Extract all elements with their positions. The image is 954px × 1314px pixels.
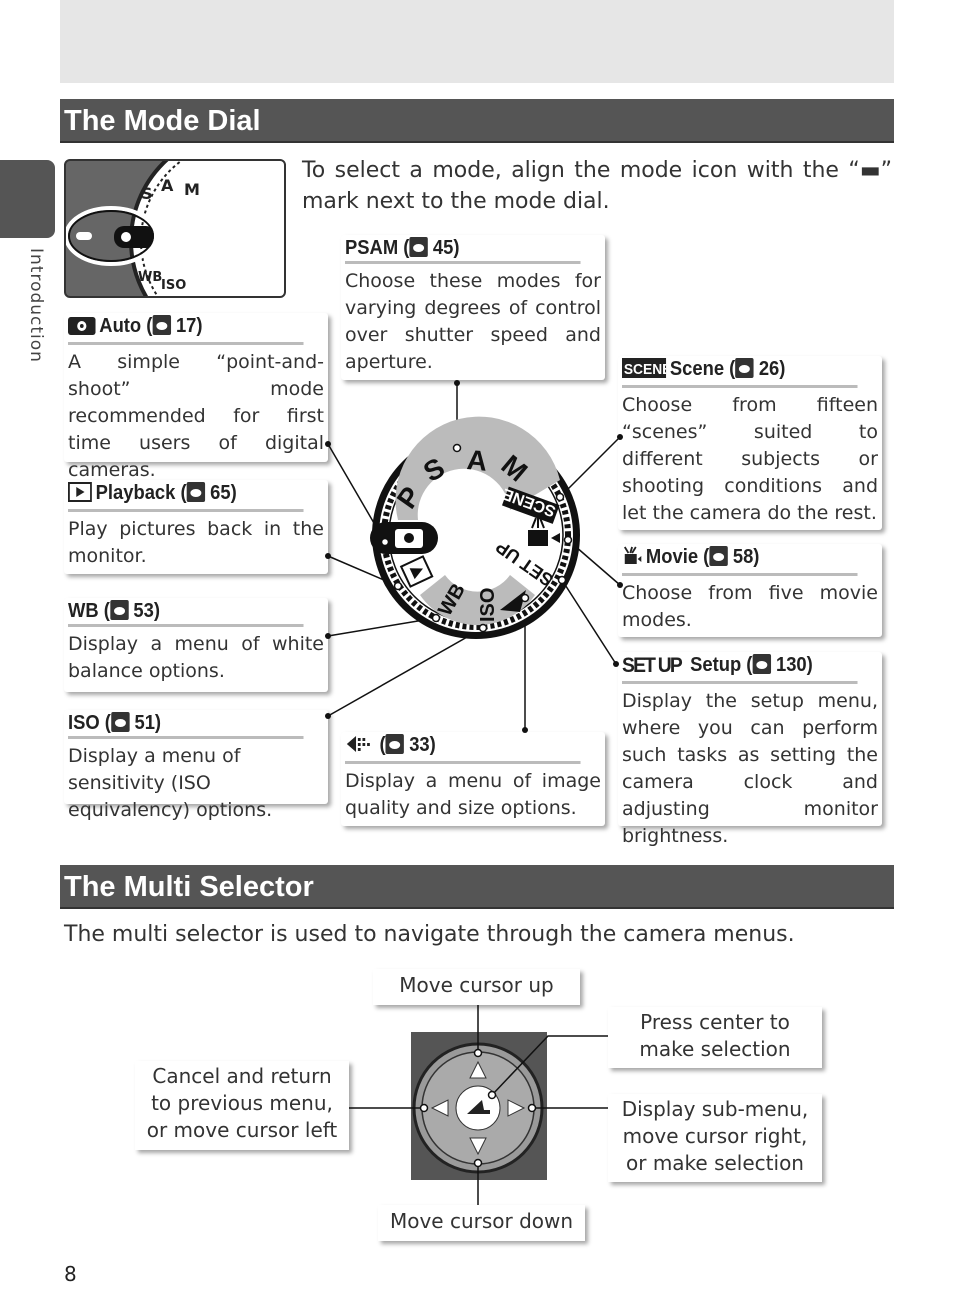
side-tab bbox=[0, 160, 55, 238]
mode-description: Display the setup menu, where you can pe… bbox=[622, 690, 878, 847]
scene-icon: SCENE bbox=[622, 358, 672, 384]
mode-box-wb: WB ( 53) Display a menu of white balance… bbox=[64, 598, 328, 692]
page-ref: 17) bbox=[175, 315, 203, 337]
dial-label-setup: SET UP bbox=[492, 537, 557, 591]
label-move-up: Move cursor up bbox=[373, 969, 580, 1005]
page-ref: 26) bbox=[758, 358, 786, 380]
mode-title: Auto ( bbox=[99, 315, 153, 337]
svg-text:S: S bbox=[141, 184, 153, 203]
mode-description: Choose these modes for varying degrees o… bbox=[345, 270, 601, 373]
section-title-mode-dial: The Mode Dial bbox=[60, 99, 894, 143]
mode-title: Playback ( bbox=[95, 482, 187, 504]
svg-text:WB: WB bbox=[138, 270, 162, 285]
mode-title: WB ( bbox=[68, 600, 110, 622]
mode-dial-photo: S A M WB ISO bbox=[64, 159, 286, 298]
mode-box-quality: ( 33) Display a menu of image quality an… bbox=[341, 732, 605, 826]
label-move-down: Move cursor down bbox=[378, 1205, 585, 1241]
svg-text:A: A bbox=[161, 176, 174, 195]
dial-label-scene: SCENE bbox=[500, 485, 558, 520]
mode-box-psam: PSAM ( 45) Choose these modes for varyin… bbox=[341, 235, 605, 380]
reference-icon bbox=[110, 712, 130, 732]
svg-text:SET UP: SET UP bbox=[622, 654, 683, 674]
dial-label-s: S bbox=[418, 452, 450, 488]
mode-description: Display a menu of sensitivity (ISO equiv… bbox=[68, 745, 273, 821]
mode-box-scene: SCENEScene ( 26) Choose from fifteen “sc… bbox=[618, 356, 882, 530]
page-number: 8 bbox=[64, 1262, 77, 1286]
dial-label-p: P bbox=[391, 481, 427, 514]
mode-description: Choose from fifteen “scenes” suited to d… bbox=[622, 394, 878, 524]
reference-icon bbox=[409, 237, 428, 257]
image-quality-icon bbox=[345, 734, 371, 760]
reference-icon bbox=[152, 315, 171, 335]
reference-icon bbox=[735, 358, 754, 378]
reference-icon bbox=[109, 600, 129, 620]
page-ref: 33) bbox=[409, 734, 436, 756]
page-ref: 58) bbox=[732, 546, 760, 568]
setup-icon: SET UP bbox=[622, 654, 686, 680]
reference-icon bbox=[709, 546, 728, 566]
mode-description: Choose from five movie modes. bbox=[622, 582, 878, 631]
dial-label-iso: ISO bbox=[477, 588, 499, 622]
mode-description: Play pictures back in the monitor. bbox=[68, 518, 324, 567]
mode-dial-intro: To select a mode, align the mode icon wi… bbox=[302, 158, 892, 214]
mode-box-playback: Playback ( 65) Play pictures back in the… bbox=[64, 480, 328, 574]
page-ref: 45) bbox=[432, 237, 460, 259]
mode-title: Setup ( bbox=[690, 654, 753, 676]
dial-label-wb: WB bbox=[434, 580, 470, 620]
mode-description: Display a menu of image quality and size… bbox=[345, 770, 601, 819]
svg-text:ISO: ISO bbox=[161, 278, 186, 293]
camera-icon bbox=[68, 317, 96, 341]
movie-icon bbox=[622, 546, 642, 572]
label-move-right: Display sub-menu, move cursor right, or … bbox=[608, 1094, 822, 1182]
multi-selector-intro: The multi selector is used to navigate t… bbox=[64, 922, 795, 947]
label-press-center: Press center to make selection bbox=[608, 1007, 822, 1068]
dial-label-a: A bbox=[466, 444, 489, 477]
mode-description: Display a menu of white balance options. bbox=[68, 633, 324, 682]
mode-title: ( bbox=[374, 734, 386, 756]
page-ref: 53) bbox=[133, 600, 161, 622]
reference-icon bbox=[752, 654, 771, 674]
mode-box-setup: SET UP Setup ( 130) Display the setup men… bbox=[618, 652, 882, 847]
mode-box-iso: ISO ( 51) Display a menu of sensitivity … bbox=[64, 710, 328, 821]
page-ref: 130) bbox=[775, 654, 813, 676]
playback-icon bbox=[68, 482, 92, 508]
mode-title: Scene ( bbox=[669, 358, 736, 380]
mode-box-auto: Auto ( 17) A simple “point-and-shoot” mo… bbox=[64, 313, 328, 481]
mode-box-movie: Movie ( 58) Choose from five movie modes… bbox=[618, 544, 882, 637]
svg-text:SCENE: SCENE bbox=[624, 362, 666, 378]
mode-title: PSAM ( bbox=[345, 237, 410, 259]
side-tab-label: Introduction bbox=[26, 248, 46, 363]
header-band bbox=[60, 0, 894, 83]
svg-text:M: M bbox=[184, 180, 200, 199]
reference-icon bbox=[186, 482, 206, 502]
label-move-left: Cancel and return to previous menu, or m… bbox=[135, 1061, 349, 1150]
mode-description: A simple “point-and-shoot” mode recommen… bbox=[68, 351, 324, 481]
mode-title: Movie ( bbox=[645, 546, 710, 568]
page-ref: 51) bbox=[134, 712, 162, 734]
reference-icon bbox=[385, 734, 405, 754]
section-title-multi-selector: The Multi Selector bbox=[60, 865, 894, 909]
page-ref: 65) bbox=[210, 482, 237, 504]
mode-title: ISO ( bbox=[68, 712, 111, 734]
dial-label-m: M bbox=[496, 449, 534, 488]
